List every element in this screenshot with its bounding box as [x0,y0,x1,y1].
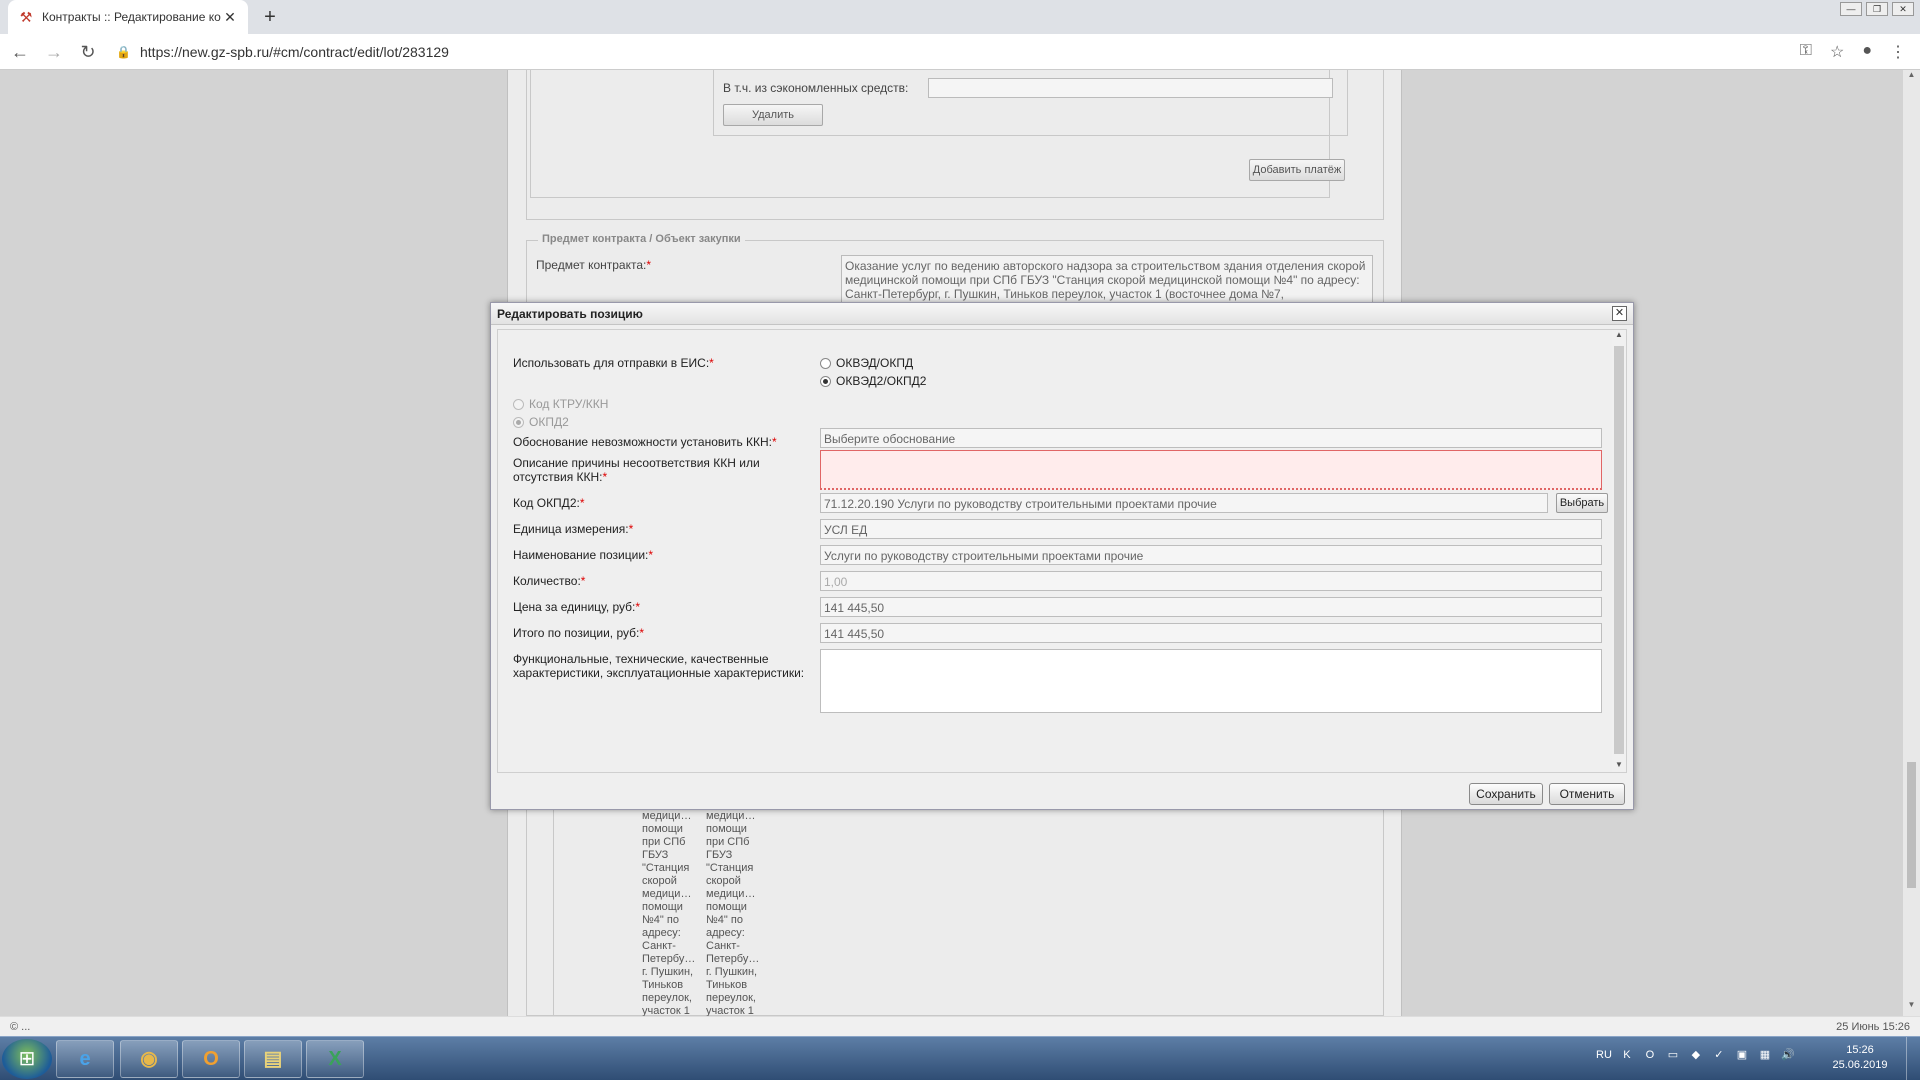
dialog-scroll-down-icon[interactable]: ▼ [1612,760,1626,772]
start-button[interactable]: ⊞ [2,1039,52,1079]
ie-taskbar-icon[interactable]: e [56,1040,114,1078]
select-okpd2-button[interactable]: Выбрать [1556,493,1608,513]
browser-toolbar: ← → ↻ 🔒 https://new.gz-spb.ru/#cm/contra… [0,34,1920,70]
radio-okpd2-icon[interactable] [513,416,524,428]
restore-window-button[interactable]: ❐ [1866,2,1888,16]
cancel-button[interactable]: Отменить [1549,783,1625,805]
radio-okved-okpd[interactable]: ОКВЭД/ОКПД [820,356,913,370]
back-icon[interactable]: ← [6,38,34,66]
radio-ktru[interactable]: Код КТРУ/ККН [513,397,608,411]
volume-icon[interactable]: 🔊 [1780,1047,1796,1063]
outlook-tray-icon[interactable]: O [1642,1047,1658,1063]
excel-taskbar-icon[interactable]: X [306,1040,364,1078]
total-input[interactable]: 141 445,50 [820,623,1602,643]
justification-select[interactable]: Выберите обоснование [820,428,1602,448]
grid-cell-col2: медици… помощи при СПб ГБУЗ "Станция ско… [706,810,760,1016]
page-scrollbar[interactable]: ▲ ▼ [1903,70,1920,1016]
tools-favicon-icon: ⚒ [19,9,33,25]
unit-price-label: Цена за единицу, руб:* [513,600,641,614]
star-icon[interactable]: ☆ [1830,42,1844,62]
characteristics-textarea[interactable] [820,649,1602,713]
antivirus-icon[interactable]: K [1619,1047,1635,1063]
page-scroll-thumb[interactable] [1907,762,1916,888]
grid-cell-col1: медици… помощи при СПб ГБУЗ "Станция ско… [642,810,696,1016]
edit-position-dialog: Редактировать позицию ✕ Использовать для… [490,302,1634,810]
radio-okved-okpd-icon[interactable] [820,357,831,369]
page-status-line: © ... 25 Июнь 15:26 [0,1016,1920,1036]
network-icon[interactable]: ▦ [1757,1047,1773,1063]
quantity-label: Количество:* [513,574,586,588]
close-window-button[interactable]: ✕ [1892,2,1914,16]
status-right: 25 Июнь 15:26 [1836,1021,1910,1033]
quantity-input[interactable]: 1,00 [820,571,1602,591]
radio-okpd2[interactable]: ОКПД2 [513,415,569,429]
address-bar[interactable]: 🔒 https://new.gz-spb.ru/#cm/contract/edi… [116,38,1776,66]
subject-legend: Предмет контракта / Объект закупки [538,233,745,245]
close-dialog-icon[interactable]: ✕ [1612,306,1627,321]
subject-textarea[interactable]: Оказание услуг по ведению авторского над… [841,255,1373,305]
add-payment-button[interactable]: Добавить платёж [1249,159,1345,181]
justification-label: Обоснование невозможности установить ККН… [513,435,777,449]
saved-funds-label: В т.ч. из сэкономленных средств: [723,81,909,95]
forward-icon[interactable]: → [40,38,68,66]
reason-textarea[interactable] [820,450,1602,490]
browser-tabbar: ⚒ Контракты :: Редактирование ко ✕ + — ❐… [0,0,1920,34]
tray-shield-icon[interactable]: ◆ [1688,1047,1704,1063]
dialog-header: Редактировать позицию ✕ [491,303,1633,325]
save-button[interactable]: Сохранить [1469,783,1543,805]
radio-okved2-okpd2[interactable]: ОКВЭД2/ОКПД2 [820,374,926,388]
position-name-label: Наименование позиции:* [513,548,654,562]
outlook-taskbar-icon[interactable]: O [182,1040,240,1078]
url-text: https://new.gz-spb.ru/#cm/contract/edit/… [140,43,449,60]
unit-input[interactable]: УСЛ ЕД [820,519,1602,539]
dialog-scroll-thumb[interactable] [1614,346,1624,754]
chrome-taskbar-icon[interactable]: ◉ [120,1040,178,1078]
delete-payment-button[interactable]: Удалить [723,104,823,126]
tab-title: Контракты :: Редактирование ко [42,10,221,24]
radio-ktru-icon[interactable] [513,398,524,410]
dialog-title: Редактировать позицию [497,307,643,321]
browser-tab[interactable]: ⚒ Контракты :: Редактирование ко ✕ [8,0,248,34]
subject-label: Предмет контракта:* [536,258,652,272]
total-label: Итого по позиции, руб:* [513,626,645,640]
new-tab-button[interactable]: + [258,5,282,29]
language-indicator[interactable]: RU [1596,1049,1612,1061]
characteristics-label: Функциональные, технические, качественны… [513,652,805,680]
dialog-scroll-up-icon[interactable]: ▲ [1612,330,1626,342]
unit-price-input[interactable]: 141 445,50 [820,597,1602,617]
windows-taskbar: ⊞ e ◉ O ▤ X RU K O ▭ ◆ ✓ ▣ ▦ 🔊 15:26 25.… [0,1036,1920,1080]
scroll-up-icon[interactable]: ▲ [1903,70,1920,84]
profile-icon[interactable]: ● [1862,42,1872,62]
clock-time: 15:26 [1846,1044,1874,1056]
explorer-taskbar-icon[interactable]: ▤ [244,1040,302,1078]
saved-funds-input[interactable] [928,78,1333,98]
reload-icon[interactable]: ↻ [74,38,102,66]
window-controls: — ❐ ✕ [1840,2,1914,16]
key-icon[interactable]: ⚿ [1800,42,1812,62]
minimize-window-button[interactable]: — [1840,2,1862,16]
reason-label: Описание причины несоответствия ККН или … [513,456,760,484]
tray-monitor-icon[interactable]: ▣ [1734,1047,1750,1063]
use-for-eis-label: Использовать для отправки в ЕИС:* [513,356,714,370]
dialog-footer: Сохранить Отменить [491,775,1633,809]
okpd2-input[interactable]: 71.12.20.190 Услуги по руководству строи… [820,493,1548,513]
show-desktop-button[interactable] [1906,1037,1920,1080]
clock-date: 25.06.2019 [1832,1059,1888,1071]
position-name-input[interactable]: Услуги по руководству строительными прое… [820,545,1602,565]
tray-app-icon[interactable]: ▭ [1665,1047,1681,1063]
close-tab-icon[interactable]: ✕ [222,9,238,25]
menu-icon[interactable]: ⋮ [1890,42,1906,62]
dialog-body: Использовать для отправки в ЕИС:* ОКВЭД/… [497,329,1627,773]
status-left: © ... [10,1021,31,1033]
tray-check-icon[interactable]: ✓ [1711,1047,1727,1063]
unit-label: Единица измерения:* [513,522,634,536]
lock-icon: 🔒 [116,44,131,59]
scroll-down-icon[interactable]: ▼ [1903,1000,1920,1014]
dialog-scrollbar[interactable]: ▲ ▼ [1612,330,1626,772]
radio-okved2-okpd2-icon[interactable] [820,375,831,387]
okpd2-label: Код ОКПД2:* [513,496,585,510]
taskbar-clock[interactable]: 15:26 25.06.2019 [1830,1043,1890,1073]
system-tray: RU K O ▭ ◆ ✓ ▣ ▦ 🔊 [1596,1047,1796,1063]
